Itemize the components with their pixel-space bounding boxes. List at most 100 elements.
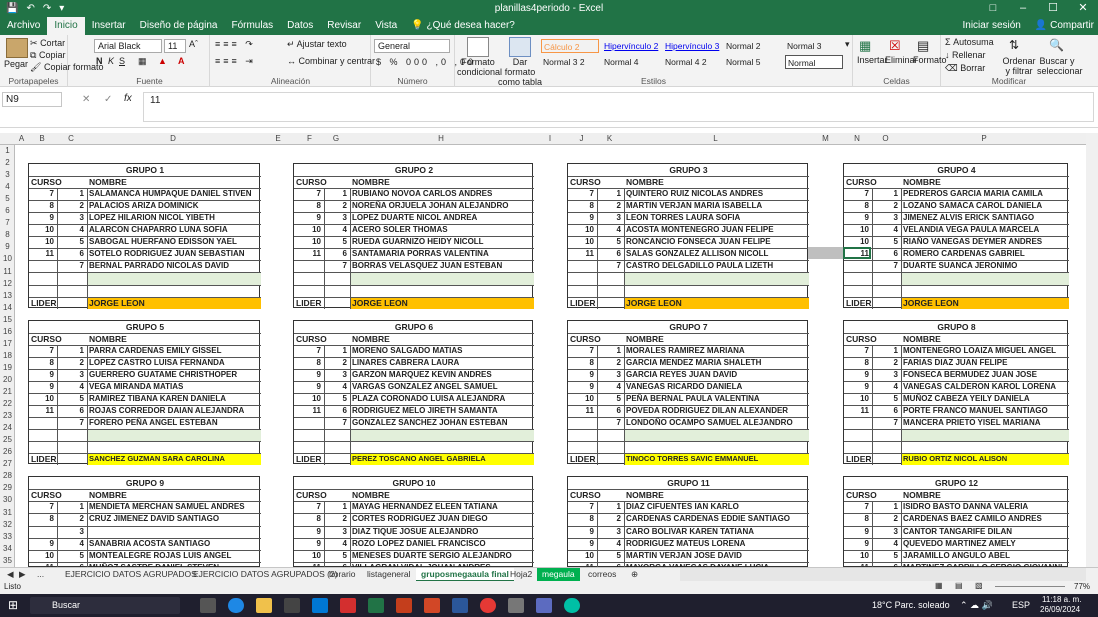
student-name[interactable]: PARRA CARDENAS EMILY GISSEL: [89, 345, 259, 357]
word-icon[interactable]: [452, 598, 468, 613]
tab-diseno[interactable]: Diseño de página: [133, 17, 225, 35]
column-header-n[interactable]: N: [843, 133, 871, 145]
number-format-select[interactable]: General: [374, 39, 450, 53]
font-grow-icon[interactable]: Aˆ: [189, 39, 198, 49]
cut-button[interactable]: ✂ Cortar: [30, 38, 65, 49]
row-header-35[interactable]: 35: [0, 555, 15, 567]
row-header-7[interactable]: 7: [0, 217, 15, 229]
student-name[interactable]: RODRIGUEZ MELO JIRETH SAMANTA: [352, 405, 532, 417]
row-header-4[interactable]: 4: [0, 181, 15, 193]
student-name[interactable]: SANABRIA ACOSTA SANTIAGO: [89, 538, 259, 550]
mail-icon[interactable]: [312, 598, 328, 613]
sort-filter-button[interactable]: Ordenar y filtrar: [999, 56, 1039, 76]
share-button[interactable]: 👤 Compartir: [1035, 17, 1094, 35]
column-header-a[interactable]: A: [15, 133, 28, 145]
zoom-level[interactable]: 77%: [1074, 582, 1090, 591]
tab-datos[interactable]: Datos: [280, 17, 320, 35]
student-name[interactable]: FONSECA BERMUDEZ JUAN JOSE: [903, 369, 1067, 381]
style-normal-3[interactable]: Normal 3: [785, 39, 843, 53]
edge-icon[interactable]: [228, 598, 244, 613]
student-name[interactable]: LOZANO SAMACA CAROL DANIELA: [903, 200, 1067, 212]
ribbon-options-icon[interactable]: □: [978, 0, 1008, 17]
student-name[interactable]: CASTRO DELGADILLO PAULA LIZETH: [626, 260, 807, 272]
paste-button[interactable]: Pegar: [4, 59, 28, 69]
student-name[interactable]: GONZALEZ SANCHEZ JOHAN ESTEBAN: [352, 417, 532, 429]
student-name[interactable]: BERNAL PARRADO NICOLAS DAVID: [89, 260, 259, 272]
column-header-c[interactable]: C: [56, 133, 86, 145]
snipping-icon[interactable]: [536, 598, 552, 613]
excel-icon[interactable]: [368, 598, 384, 613]
student-name[interactable]: MARTIN VERJAN JOSE DAVID: [626, 550, 807, 562]
name-box[interactable]: N9: [2, 92, 62, 107]
sheet-tab-horario[interactable]: horario: [324, 568, 360, 582]
italic-button[interactable]: K: [108, 56, 114, 66]
student-name[interactable]: MARTIN VERJAN MARIA ISABELLA: [626, 200, 807, 212]
file-explorer-icon[interactable]: [256, 598, 272, 613]
tab-vista[interactable]: Vista: [368, 17, 404, 35]
student-name[interactable]: QUEVEDO MARTINEZ AMELY: [903, 538, 1067, 550]
student-name[interactable]: MUÑOZ CABEZA YEILY DANIELA: [903, 393, 1067, 405]
row-header-26[interactable]: 26: [0, 446, 15, 458]
student-name[interactable]: PEÑA BERNAL PAULA VALENTINA: [626, 393, 807, 405]
student-name[interactable]: GUERRERO GUATAME CHRISTHOPER: [89, 369, 259, 381]
row-header-31[interactable]: 31: [0, 507, 15, 519]
clock-time[interactable]: 11:18 a. m.: [1042, 595, 1081, 604]
student-name[interactable]: FORERO PEÑA ANGEL ESTEBAN: [89, 417, 259, 429]
sheet-tab-ejercicio-2[interactable]: EJERCICIO DATOS AGRUPADOS (2): [188, 568, 343, 582]
fill-color-icon[interactable]: ▲: [158, 56, 167, 66]
student-name[interactable]: SABOGAL HUERFANO EDISSON YAEL: [89, 236, 259, 248]
sheet-tab-ejercicio[interactable]: EJERCICIO DATOS AGRUPADOS: [60, 568, 202, 582]
student-name[interactable]: ACERO SOLER THOMAS: [352, 224, 532, 236]
tab-insertar[interactable]: Insertar: [85, 17, 133, 35]
tab-archivo[interactable]: Archivo: [0, 17, 47, 35]
minimize-button[interactable]: –: [1008, 0, 1038, 17]
font-size-select[interactable]: 11: [164, 39, 186, 53]
student-name[interactable]: MORALES RAMIREZ MARIANA: [626, 345, 807, 357]
tab-inicio[interactable]: Inicio: [47, 17, 85, 35]
fill-button[interactable]: ↓ Rellenar: [945, 50, 986, 60]
vertical-align-icons[interactable]: ≡≡≡ ↷: [215, 39, 256, 50]
lider-name[interactable]: JORGE LEON: [89, 297, 145, 309]
student-name[interactable]: MENDIETA MERCHAN SAMUEL ANDRES: [89, 501, 259, 513]
student-name[interactable]: MANCERA PRIETO YISEL MARIANA: [903, 417, 1067, 429]
student-name[interactable]: FARIAS DIAZ JUAN FELIPE: [903, 357, 1067, 369]
row-header-2[interactable]: 2: [0, 157, 15, 169]
style-normal-4-2[interactable]: Normal 4 2: [663, 55, 721, 69]
insert-cells-icon[interactable]: ▦: [859, 38, 871, 54]
column-header-h[interactable]: H: [349, 133, 533, 145]
column-header-m[interactable]: M: [808, 133, 843, 145]
calculator-icon[interactable]: [508, 598, 524, 613]
student-name[interactable]: ALARCON CHAPARRO LUNA SOFIA: [89, 224, 259, 236]
student-name[interactable]: JARAMILLO ANGULO ABEL: [903, 550, 1067, 562]
row-header-34[interactable]: 34: [0, 543, 15, 555]
selected-cell-n9[interactable]: [843, 247, 871, 260]
student-name[interactable]: MENESES DUARTE SERGIO ALEJANDRO: [352, 550, 532, 562]
clear-button[interactable]: ⌫ Borrar: [945, 63, 985, 74]
copy-button[interactable]: ⧉ Copiar: [30, 50, 65, 61]
style-normal-2[interactable]: Normal 2: [724, 39, 782, 53]
row-header-22[interactable]: 22: [0, 398, 15, 410]
student-name[interactable]: VARGAS GONZALEZ ANGEL SAMUEL: [352, 381, 532, 393]
sign-in-link[interactable]: Iniciar sesión: [963, 17, 1021, 35]
add-sheet-button[interactable]: ⊕: [626, 568, 643, 582]
student-name[interactable]: MONTEALEGRE ROJAS LUIS ANGEL: [89, 550, 259, 562]
row-header-6[interactable]: 6: [0, 205, 15, 217]
page-layout-icon[interactable]: ▤: [955, 581, 963, 590]
normal-view-icon[interactable]: ▦: [935, 581, 943, 590]
student-name[interactable]: MAYAG HERNANDEZ ELEEN TATIANA: [352, 501, 532, 513]
chrome-icon[interactable]: [480, 598, 496, 613]
column-header-i[interactable]: I: [533, 133, 567, 145]
student-name[interactable]: CORTES RODRIGUEZ JUAN DIEGO: [352, 513, 532, 525]
borders-icon[interactable]: ▦: [138, 56, 147, 67]
tab-scroll-next[interactable]: ▶: [14, 568, 31, 582]
app-icon[interactable]: [564, 598, 580, 613]
sheet-tab-listageneral[interactable]: listageneral: [362, 568, 415, 582]
language-indicator[interactable]: ESP: [1012, 600, 1030, 610]
page-break-icon[interactable]: ▧: [975, 581, 983, 590]
font-color-icon[interactable]: A: [178, 56, 185, 66]
format-cells-icon[interactable]: ▤: [917, 38, 929, 54]
tell-me-search[interactable]: 💡 ¿Qué desea hacer?: [404, 17, 522, 35]
maximize-button[interactable]: ☐: [1038, 0, 1068, 17]
clock-date[interactable]: 26/09/2024: [1040, 605, 1080, 614]
sheet-tab-more[interactable]: ...: [32, 568, 49, 582]
